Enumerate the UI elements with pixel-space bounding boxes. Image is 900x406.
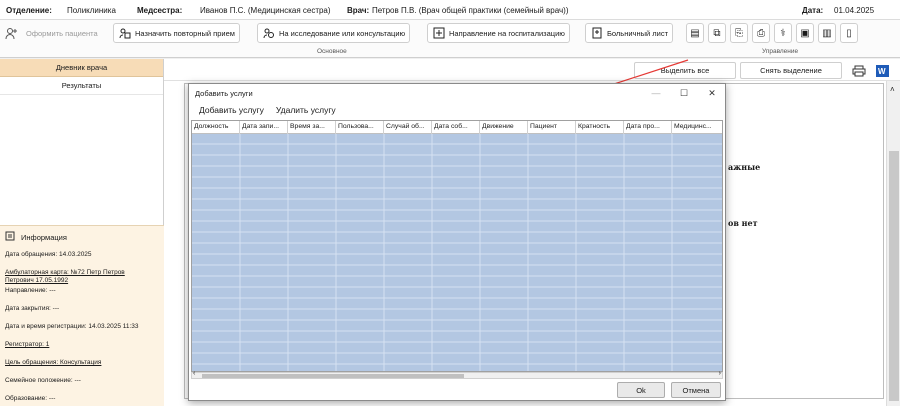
column-header[interactable]: Медицинс... — [672, 121, 722, 134]
maximize-icon[interactable]: ☐ — [673, 86, 695, 100]
cancel-label: Отмена — [682, 385, 710, 395]
add-service-menu-item[interactable]: Добавить услугу — [199, 105, 264, 115]
cancel-button[interactable]: Отмена — [671, 382, 721, 398]
add-services-dialog: Добавить услуги — ☐ ✕ Добавить услугу Уд… — [188, 83, 726, 401]
grid-header: Должность Дата запи... Время за... Польз… — [192, 121, 722, 134]
column-header[interactable]: Должность — [192, 121, 240, 134]
column-header[interactable]: Время за... — [288, 121, 336, 134]
column-header[interactable]: Пользова... — [336, 121, 384, 134]
dialog-titlebar[interactable]: Добавить услуги — ☐ ✕ — [189, 84, 725, 102]
column-header[interactable]: Движение — [480, 121, 528, 134]
grid-lines — [192, 134, 722, 371]
horizontal-scrollbar-thumb[interactable] — [202, 374, 464, 378]
column-header[interactable]: Пациент — [528, 121, 576, 134]
ok-label: Ok — [636, 385, 646, 395]
chevron-right-icon[interactable]: › — [719, 370, 721, 377]
minimize-icon[interactable]: — — [645, 86, 667, 100]
chevron-left-icon[interactable]: ‹ — [193, 370, 195, 377]
dialog-title: Добавить услуги — [195, 88, 253, 98]
dialog-menu: Добавить услугу Удалить услугу — [189, 102, 725, 118]
ok-button[interactable]: Ok — [617, 382, 665, 398]
close-icon[interactable]: ✕ — [701, 86, 723, 100]
services-grid[interactable]: Должность Дата запи... Время за... Польз… — [191, 120, 723, 372]
column-header[interactable]: Дата соб... — [432, 121, 480, 134]
column-header[interactable]: Дата про... — [624, 121, 672, 134]
column-header[interactable]: Кратность — [576, 121, 624, 134]
column-header[interactable]: Дата запи... — [240, 121, 288, 134]
column-header[interactable]: Случай об... — [384, 121, 432, 134]
remove-service-menu-item[interactable]: Удалить услугу — [276, 105, 336, 115]
horizontal-scrollbar[interactable]: ‹ › — [191, 370, 723, 379]
